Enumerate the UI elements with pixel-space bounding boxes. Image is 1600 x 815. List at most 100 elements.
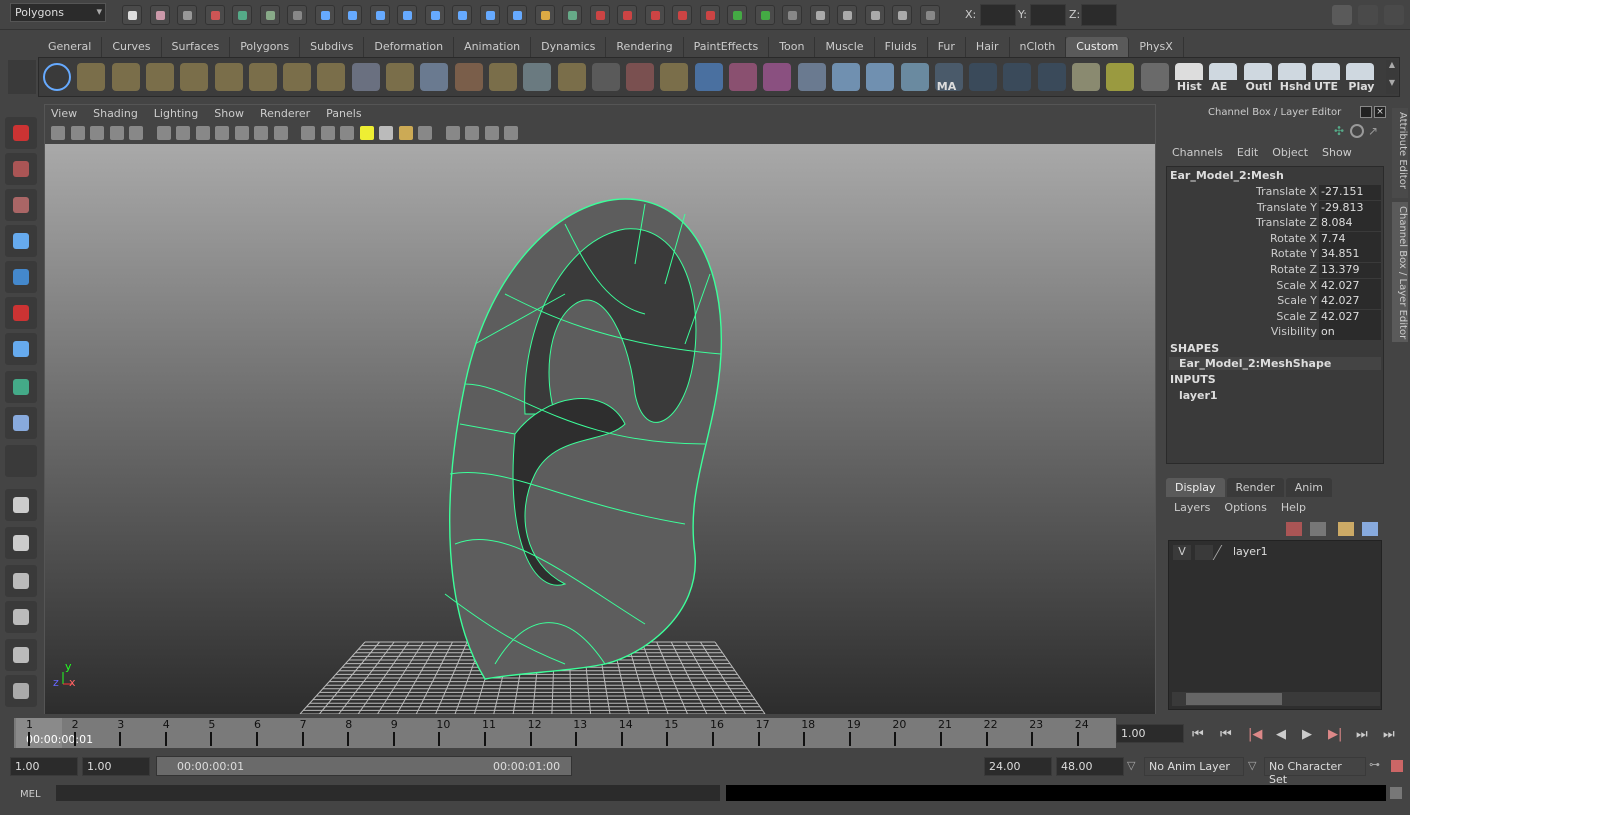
hypershade-icon[interactable]: Hshd <box>1277 63 1311 93</box>
xray-joints-icon[interactable] <box>484 126 499 140</box>
attribute-editor-toggle-icon[interactable] <box>1384 5 1404 25</box>
magnet-icon[interactable] <box>589 5 610 25</box>
ma-script-icon[interactable]: MA <box>934 63 963 93</box>
channel-value[interactable]: -29.813 <box>1319 200 1381 216</box>
revolve-icon[interactable] <box>831 63 860 91</box>
planar-map-icon[interactable] <box>557 63 586 91</box>
select-component-icon[interactable] <box>259 5 280 25</box>
shelf-scroll[interactable]: ▲ ▼ <box>1386 60 1398 94</box>
loft-icon[interactable] <box>866 63 895 91</box>
new-scene-icon[interactable] <box>122 5 142 25</box>
lock-icon[interactable] <box>534 5 555 25</box>
gate-mask-icon[interactable] <box>215 126 229 140</box>
script-editor-icon[interactable] <box>1390 787 1402 799</box>
anim-layer-dropdown-icon[interactable]: ▽ <box>1127 759 1135 772</box>
locator-icon[interactable] <box>1106 63 1135 91</box>
channel-value[interactable]: 42.027 <box>1319 294 1381 310</box>
poly-torus-icon[interactable] <box>214 63 243 91</box>
channel-row[interactable]: Rotate Z 13.379 <box>1167 263 1383 278</box>
command-language-label[interactable]: MEL <box>20 789 41 800</box>
bookmark-icon[interactable] <box>90 126 104 140</box>
bridge-icon[interactable] <box>420 63 449 91</box>
move-layer-down-icon[interactable] <box>1362 522 1378 536</box>
safe-action-icon[interactable] <box>254 126 268 140</box>
layer-menu-help[interactable]: Help <box>1281 501 1306 514</box>
append-polygon-icon[interactable] <box>248 63 277 91</box>
channel-value[interactable]: 8.084 <box>1319 216 1381 232</box>
shape-name[interactable]: Ear_Model_2:MeshShape <box>1169 357 1381 370</box>
speed-icon[interactable] <box>1350 124 1364 138</box>
outliner-layout-icon[interactable] <box>5 675 37 707</box>
grid-icon[interactable] <box>156 126 171 140</box>
channel-box-toggle-icon[interactable] <box>1332 5 1352 25</box>
image-plane-icon[interactable] <box>109 126 124 140</box>
new-layer-selected-icon[interactable] <box>1286 522 1302 536</box>
rotate-tool-icon[interactable] <box>5 261 37 293</box>
channel-row[interactable]: Scale Z 42.027 <box>1167 309 1383 325</box>
shelf-tab-physx[interactable]: PhysX <box>1129 37 1184 57</box>
persp-outliner-layout-icon[interactable] <box>5 565 37 597</box>
use-all-lights-icon[interactable] <box>379 126 393 140</box>
float-icon[interactable] <box>1360 106 1372 118</box>
2d-pan-zoom-icon[interactable] <box>129 126 143 140</box>
ipr-render-icon[interactable] <box>864 5 885 25</box>
uv-editor-icon[interactable] <box>523 63 552 91</box>
y-input[interactable] <box>1030 4 1066 26</box>
output-ops-icon[interactable] <box>754 5 775 25</box>
last-tool-icon[interactable] <box>5 445 37 477</box>
poly-plane-icon[interactable] <box>180 63 209 91</box>
playback-start-input[interactable]: 1.00 <box>82 757 150 776</box>
perspective-view[interactable]: y x z <box>45 144 1155 715</box>
layer-visibility-toggle[interactable]: V <box>1173 545 1191 560</box>
input-name[interactable]: layer1 <box>1179 389 1218 402</box>
universal-manipulator-icon[interactable] <box>5 333 37 365</box>
move-layer-up-icon[interactable] <box>1338 522 1354 536</box>
layer-tab-render[interactable]: Render <box>1226 478 1284 497</box>
transfer-icon[interactable] <box>626 63 655 91</box>
construction-history-icon[interactable] <box>782 5 802 25</box>
highlight-select-icon[interactable] <box>562 5 582 25</box>
save-scene-icon[interactable] <box>177 5 197 25</box>
attribute-editor-tab[interactable]: Attribute Editor <box>1392 108 1408 198</box>
shadows-icon[interactable] <box>398 126 413 140</box>
select-tool-icon[interactable] <box>5 117 37 149</box>
scale-tool-icon[interactable] <box>5 297 37 329</box>
channel-row[interactable]: Translate Y -29.813 <box>1167 200 1383 216</box>
channel-value[interactable]: 13.379 <box>1319 263 1381 278</box>
boolean-diff-icon[interactable] <box>763 63 792 91</box>
viewport-menu-shading[interactable]: Shading <box>93 107 138 120</box>
channel-box-menu-channels[interactable]: Channels <box>1172 146 1223 159</box>
channel-value[interactable]: -27.151 <box>1319 185 1381 200</box>
channel-value[interactable]: on <box>1319 325 1381 341</box>
channel-box-tab[interactable]: Channel Box / Layer Editor <box>1392 202 1408 342</box>
layer-menu-options[interactable]: Options <box>1224 501 1266 514</box>
snap-view-plane-icon[interactable] <box>397 5 417 25</box>
textured-icon[interactable] <box>359 126 374 140</box>
animation-prefs-icon[interactable] <box>1391 760 1403 772</box>
shelf-menu-button[interactable] <box>8 60 36 94</box>
channel-row[interactable]: Translate X -27.151 <box>1167 185 1383 200</box>
render-frame-icon[interactable] <box>837 5 857 25</box>
camera-attributes-icon[interactable] <box>70 126 85 140</box>
smooth-shade-icon[interactable] <box>320 126 335 140</box>
manipulator-icon[interactable]: ✣ <box>1334 124 1348 138</box>
boolean-union-icon[interactable] <box>729 63 757 91</box>
select-hierarchy-icon[interactable] <box>204 5 225 25</box>
shelf-tab-general[interactable]: General <box>38 37 103 57</box>
shelf-tab-hair[interactable]: Hair <box>966 37 1010 57</box>
channel-row[interactable]: Scale Y 42.027 <box>1167 294 1383 310</box>
step-forward-frame-icon[interactable]: ▶| <box>1328 727 1342 742</box>
screen-space-ao-icon[interactable] <box>418 126 432 140</box>
shelf-tab-rendering[interactable]: Rendering <box>606 37 684 57</box>
layer-tab-display[interactable]: Display <box>1166 478 1225 497</box>
viewport-menu-show[interactable]: Show <box>214 107 244 120</box>
anim-layer-menu[interactable]: No Anim Layer <box>1144 757 1244 776</box>
channel-row[interactable]: Scale X 42.027 <box>1167 278 1383 294</box>
layer-tab-anim[interactable]: Anim <box>1285 478 1332 497</box>
shelf-tab-curves[interactable]: Curves <box>102 37 162 57</box>
history-icon[interactable]: Hist <box>1174 63 1203 93</box>
nurbs-circle-icon[interactable] <box>43 63 71 91</box>
step-back-key-icon[interactable]: ⏮ <box>1220 727 1232 742</box>
shelf-tab-fluids[interactable]: Fluids <box>875 37 928 57</box>
uv-texture-editor-icon[interactable]: UTE <box>1312 63 1341 93</box>
